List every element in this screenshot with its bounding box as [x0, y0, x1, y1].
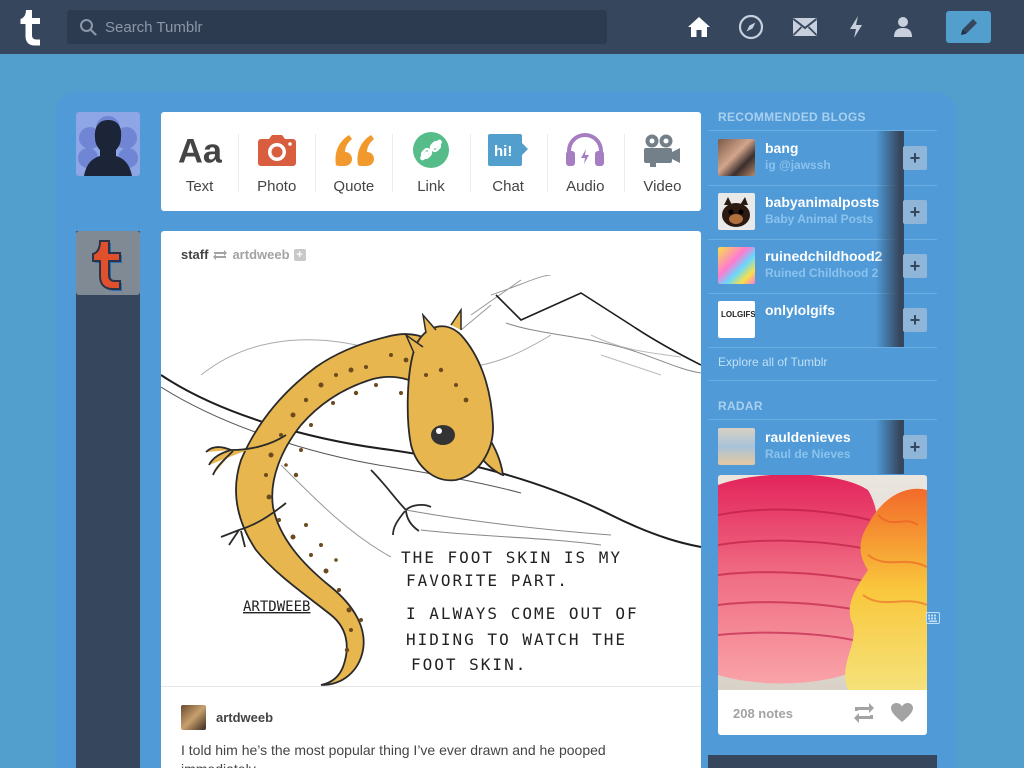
camera-icon: [255, 128, 299, 172]
reblog-icon: [213, 249, 228, 260]
fade-overlay: [876, 293, 904, 347]
post-type-photo[interactable]: Photo: [238, 112, 315, 211]
follow-plus-icon[interactable]: +: [293, 248, 306, 261]
caption-user-avatar[interactable]: [181, 705, 206, 730]
caption-text: I told him he’s the most popular thing I…: [181, 742, 606, 768]
blog-avatar[interactable]: [718, 428, 755, 465]
blog-name[interactable]: babyanimalposts: [765, 194, 890, 210]
blog-subtitle: Baby Animal Posts: [765, 212, 874, 226]
chat-icon: hi!: [486, 128, 530, 172]
explore-compass-icon[interactable]: [737, 13, 765, 41]
top-bar: [0, 0, 1024, 54]
inbox-envelope-icon[interactable]: [791, 13, 819, 41]
blog-subtitle: Ruined Childhood 2: [765, 266, 879, 280]
blog-subtitle: ig @jawssh: [765, 158, 831, 172]
post-type-bar: Aa Text Photo Quote Link hi! Chat Audio: [161, 112, 701, 211]
staff-avatar[interactable]: [76, 231, 140, 295]
search-icon: [80, 19, 97, 36]
art-text-line: HIDING TO WATCH THE: [406, 630, 627, 649]
post-header: staff artdweeb +: [181, 247, 306, 262]
post-artwork-gecko[interactable]: ARTDWEEB THE FOOT SKIN IS MY FAVORITE PA…: [161, 275, 701, 686]
tumblr-logo-icon[interactable]: [18, 8, 48, 46]
blog-name[interactable]: ruinedchildhood2: [765, 248, 890, 264]
blog-subtitle: Raul de Nieves: [765, 447, 851, 461]
quote-icon: [332, 128, 376, 172]
recommended-blog-item[interactable]: babyanimalposts Baby Animal Posts +: [708, 185, 937, 239]
follow-button[interactable]: +: [903, 200, 927, 224]
link-icon: [409, 128, 453, 172]
avatar-rail: [76, 231, 140, 768]
activity-lightning-icon[interactable]: [842, 13, 870, 41]
radar-heading: RADAR: [718, 399, 763, 413]
notes-count[interactable]: 208 notes: [733, 706, 793, 721]
fade-overlay: [876, 420, 904, 474]
blog-name[interactable]: bang: [765, 140, 890, 156]
art-text-line: I ALWAYS COME OUT OF: [406, 604, 639, 623]
reblog-icon[interactable]: [852, 701, 876, 725]
recommended-blog-item[interactable]: LOLGIFS.NET onlylolgifs +: [708, 293, 937, 347]
blog-avatar[interactable]: LOLGIFS.NET: [718, 301, 755, 338]
post-type-label: Audio: [566, 178, 605, 195]
post-type-label: Photo: [257, 178, 297, 195]
blog-avatar[interactable]: [718, 193, 755, 230]
radar-blog-item[interactable]: rauldenieves Raul de Nieves +: [708, 420, 937, 474]
post-type-label: Link: [417, 178, 445, 195]
post-author[interactable]: staff: [181, 247, 208, 262]
follow-button[interactable]: +: [903, 254, 927, 278]
video-camera-icon: [640, 128, 684, 172]
headphones-icon: [563, 128, 607, 172]
search-input[interactable]: [105, 10, 595, 44]
dashboard-post: staff artdweeb + ARTDWEEB THE FOOT SKIN …: [161, 231, 701, 768]
post-type-label: Quote: [333, 178, 375, 195]
reblogged-from[interactable]: artdweeb: [232, 247, 289, 262]
heart-like-icon[interactable]: [890, 701, 914, 725]
caption-user[interactable]: artdweeb: [181, 705, 273, 730]
fade-overlay: [876, 239, 904, 293]
follow-button[interactable]: +: [903, 435, 927, 459]
radar-post-card: 208 notes: [718, 475, 927, 735]
artist-signature: ARTDWEEB: [243, 599, 310, 615]
keyboard-shortcuts-icon[interactable]: [926, 612, 940, 624]
sidebar-next-panel: [708, 755, 937, 768]
fade-overlay: [876, 131, 904, 185]
art-text-line: FOOT SKIN.: [411, 655, 527, 674]
user-avatar[interactable]: [76, 112, 140, 176]
explore-link[interactable]: Explore all of Tumblr: [718, 355, 827, 369]
text-icon: Aa: [178, 128, 222, 172]
blog-name[interactable]: rauldenieves: [765, 429, 890, 445]
radar-post-image[interactable]: [718, 475, 927, 690]
compose-button[interactable]: [946, 11, 991, 43]
post-type-link[interactable]: Link: [392, 112, 469, 211]
recommended-blog-item[interactable]: bang ig @jawssh +: [708, 131, 937, 185]
post-type-video[interactable]: Video: [623, 112, 701, 211]
post-caption: artdweeb I told him he’s the most popula…: [161, 686, 701, 768]
post-type-audio[interactable]: Audio: [546, 112, 624, 211]
svg-text:hi!: hi!: [494, 143, 512, 160]
fade-overlay: [876, 185, 904, 239]
post-type-label: Chat: [492, 178, 524, 195]
recommended-blogs-heading: RECOMMENDED BLOGS: [718, 110, 866, 124]
follow-button[interactable]: +: [903, 308, 927, 332]
follow-button[interactable]: +: [903, 146, 927, 170]
post-type-quote[interactable]: Quote: [315, 112, 392, 211]
blog-avatar[interactable]: [718, 247, 755, 284]
svg-text:Aa: Aa: [178, 132, 222, 168]
divider: [708, 347, 937, 348]
post-type-chat[interactable]: hi! Chat: [469, 112, 547, 211]
post-type-label: Video: [643, 178, 682, 195]
blog-avatar[interactable]: [718, 139, 755, 176]
divider: [708, 380, 937, 381]
search-bar[interactable]: [67, 10, 607, 44]
pencil-icon: [960, 19, 977, 35]
art-text-line: FAVORITE PART.: [406, 571, 569, 590]
art-text-line: THE FOOT SKIN IS MY: [401, 548, 622, 567]
home-icon[interactable]: [685, 13, 713, 41]
blog-name[interactable]: onlylolgifs: [765, 302, 890, 318]
post-type-text[interactable]: Aa Text: [161, 112, 238, 211]
caption-username[interactable]: artdweeb: [216, 710, 273, 725]
recommended-blog-item[interactable]: ruinedchildhood2 Ruined Childhood 2 +: [708, 239, 937, 293]
post-type-label: Text: [185, 178, 214, 195]
account-user-icon[interactable]: [889, 13, 917, 41]
blog-avatar-text: LOLGIFS.NET: [721, 310, 755, 319]
